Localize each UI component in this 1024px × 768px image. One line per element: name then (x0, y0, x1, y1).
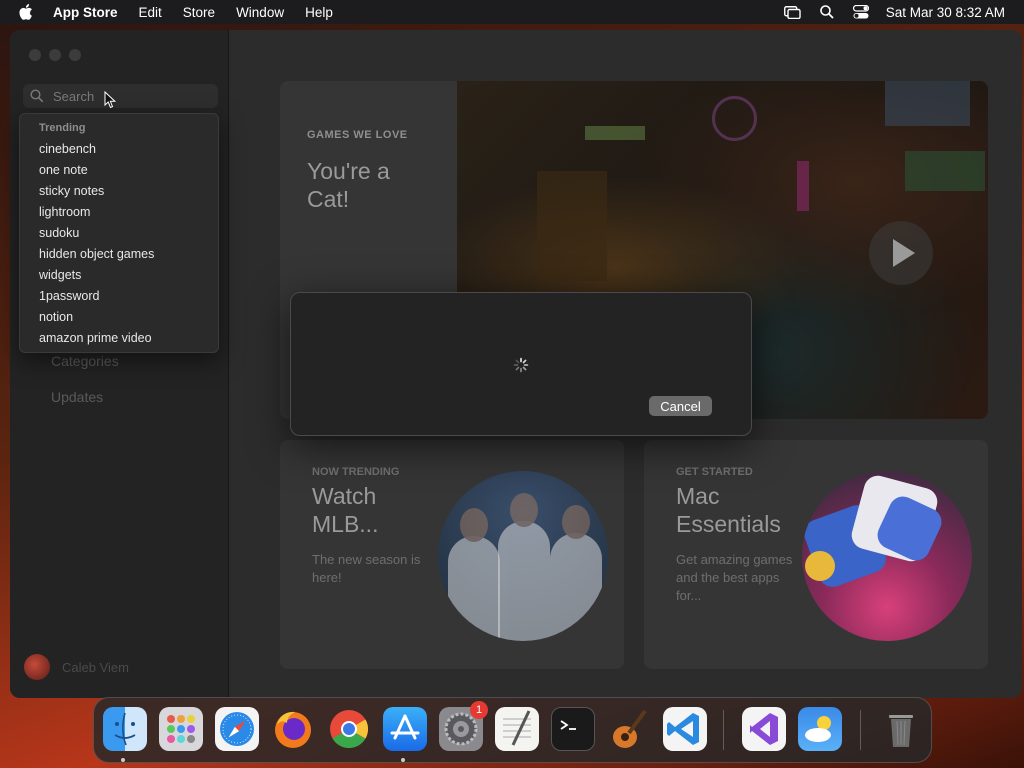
suggestion-item[interactable]: amazon prime video (39, 328, 154, 349)
finder-icon[interactable] (103, 707, 147, 751)
suggestion-item[interactable]: sudoku (39, 223, 154, 244)
safari-icon[interactable] (215, 707, 259, 751)
terminal-icon[interactable] (551, 707, 595, 751)
dock: 1 (93, 697, 932, 763)
menu-help[interactable]: Help (305, 5, 333, 20)
hero-eyebrow: GAMES WE LOVE (307, 129, 408, 141)
hero-title: You're a Cat! (307, 158, 390, 212)
play-video-button[interactable] (869, 221, 933, 285)
loading-spinner-icon (513, 357, 529, 373)
spotlight-search-icon[interactable] (818, 5, 836, 19)
menu-window[interactable]: Window (236, 5, 284, 20)
textedit-icon[interactable] (495, 707, 539, 751)
close-window-button[interactable] (29, 49, 41, 61)
suggestion-item[interactable]: notion (39, 307, 154, 328)
avatar (24, 654, 50, 680)
firefox-icon[interactable] (271, 707, 315, 751)
suggestion-item[interactable]: cinebench (39, 139, 154, 160)
loading-dialog: Cancel (290, 292, 752, 436)
mlb-players-image (438, 471, 608, 641)
card-title: Mac Essentials (676, 483, 781, 537)
cancel-button[interactable]: Cancel (649, 396, 712, 416)
apple-menu-icon[interactable] (19, 4, 35, 20)
suggestion-item[interactable]: sticky notes (39, 181, 154, 202)
trash-icon[interactable] (879, 707, 923, 751)
mac-essentials-image (802, 471, 972, 641)
visual-studio-icon[interactable] (742, 707, 786, 751)
minimize-window-button[interactable] (49, 49, 61, 61)
mouse-cursor-icon (104, 90, 117, 114)
search-icon (30, 89, 44, 103)
play-icon (893, 239, 915, 267)
card-eyebrow: NOW TRENDING (312, 466, 400, 478)
dropdown-header: Trending (39, 122, 86, 134)
search-field[interactable] (23, 84, 218, 108)
search-suggestions-dropdown: Trending cinebench one note sticky notes… (19, 113, 219, 353)
menu-store[interactable]: Store (183, 5, 215, 20)
sidebar-item-updates[interactable]: Updates (51, 389, 103, 405)
notification-badge: 1 (470, 701, 488, 719)
card-description: The new season is here! (312, 552, 421, 585)
launchpad-icon[interactable] (159, 707, 203, 751)
menu-edit[interactable]: Edit (139, 5, 162, 20)
sidebar-item-categories[interactable]: Categories (51, 353, 119, 369)
zoom-window-button[interactable] (69, 49, 81, 61)
control-center-icon[interactable] (852, 5, 870, 19)
suggestion-item[interactable]: lightroom (39, 202, 154, 223)
screen-mirroring-icon[interactable] (784, 5, 802, 19)
menu-app-name[interactable]: App Store (53, 5, 118, 20)
account-button[interactable]: Caleb Viem (24, 654, 129, 680)
weather-icon[interactable] (798, 707, 842, 751)
card-eyebrow: GET STARTED (676, 466, 753, 478)
menu-bar: App Store Edit Store Window Help Sat Mar… (0, 0, 1024, 24)
app-store-icon[interactable] (383, 707, 427, 751)
story-card-mac-essentials[interactable]: GET STARTED Mac Essentials Get amazing g… (644, 440, 988, 669)
garageband-icon[interactable] (607, 707, 651, 751)
vscode-icon[interactable] (663, 707, 707, 751)
suggestion-item[interactable]: one note (39, 160, 154, 181)
search-input[interactable] (53, 88, 203, 104)
story-card-mlb[interactable]: NOW TRENDING Watch MLB... The new season… (280, 440, 624, 669)
suggestion-item[interactable]: hidden object games (39, 244, 154, 265)
chrome-icon[interactable] (327, 707, 371, 751)
window-controls (29, 49, 89, 61)
card-title: Watch MLB... (312, 483, 379, 537)
suggestion-item[interactable]: widgets (39, 265, 154, 286)
menubar-clock[interactable]: Sat Mar 30 8:32 AM (886, 5, 1005, 20)
card-description: Get amazing games and the best apps for.… (676, 552, 793, 603)
suggestion-item[interactable]: 1password (39, 286, 154, 307)
user-name: Caleb Viem (62, 659, 129, 675)
